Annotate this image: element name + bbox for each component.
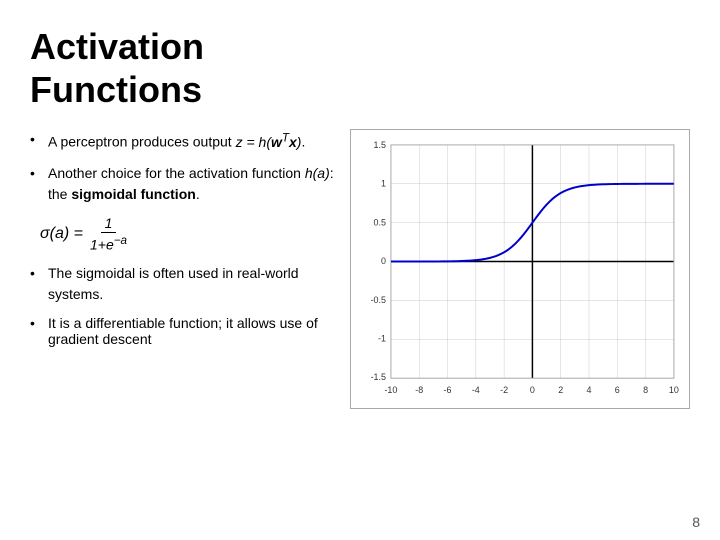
bullet-list-2: The sigmoidal is often used in real-worl… [30, 263, 340, 305]
slide-container: Activation Functions A perceptron produc… [0, 0, 720, 540]
formula-lhs: σ(a) = [40, 225, 83, 243]
bullet-3: The sigmoidal is often used in real-worl… [30, 263, 340, 305]
xtick-10: 10 [669, 385, 679, 395]
bullet-2: Another choice for the activation functi… [30, 163, 340, 205]
formula-box: σ(a) = 1 1+e−a [30, 215, 340, 253]
ytick-1: 1 [381, 179, 386, 189]
graph-svg: -10 -8 -6 -4 -2 0 2 4 6 8 10 1.5 1 0.5 0 [351, 130, 689, 408]
xtick--8: -8 [415, 385, 423, 395]
formula-denominator: 1+e−a [86, 233, 131, 253]
xtick--6: -6 [444, 385, 452, 395]
ytick-0.5: 0.5 [374, 218, 386, 228]
formula-numerator: 1 [101, 215, 117, 233]
xtick-4: 4 [587, 385, 592, 395]
ytick--1: -1 [378, 334, 386, 344]
bullet-list: A perceptron produces output z = h(wTx).… [30, 129, 340, 205]
slide-title: Activation Functions [30, 25, 690, 111]
ytick--0.5: -0.5 [371, 295, 386, 305]
ytick-1.5: 1.5 [374, 140, 386, 150]
xtick--2: -2 [500, 385, 508, 395]
xtick-6: 6 [615, 385, 620, 395]
bullet-4: It is a differentiable function; it allo… [30, 315, 340, 347]
formula: σ(a) = 1 1+e−a [40, 215, 134, 253]
title-line2: Functions [30, 69, 202, 110]
xtick--4: -4 [472, 385, 480, 395]
xtick-0: 0 [530, 385, 535, 395]
formula-fraction: 1 1+e−a [86, 215, 131, 253]
sigmoid-graph: -10 -8 -6 -4 -2 0 2 4 6 8 10 1.5 1 0.5 0 [350, 129, 690, 409]
right-column: -10 -8 -6 -4 -2 0 2 4 6 8 10 1.5 1 0.5 0 [350, 129, 690, 409]
xtick-2: 2 [558, 385, 563, 395]
title-line1: Activation [30, 26, 204, 67]
content-area: A perceptron produces output z = h(wTx).… [30, 129, 690, 409]
bullet-1: A perceptron produces output z = h(wTx). [30, 129, 340, 153]
xtick--10: -10 [384, 385, 397, 395]
xtick-8: 8 [643, 385, 648, 395]
page-number: 8 [692, 514, 700, 530]
left-column: A perceptron produces output z = h(wTx).… [30, 129, 340, 409]
ytick-0: 0 [381, 256, 386, 266]
ytick--1.5: -1.5 [371, 373, 386, 383]
